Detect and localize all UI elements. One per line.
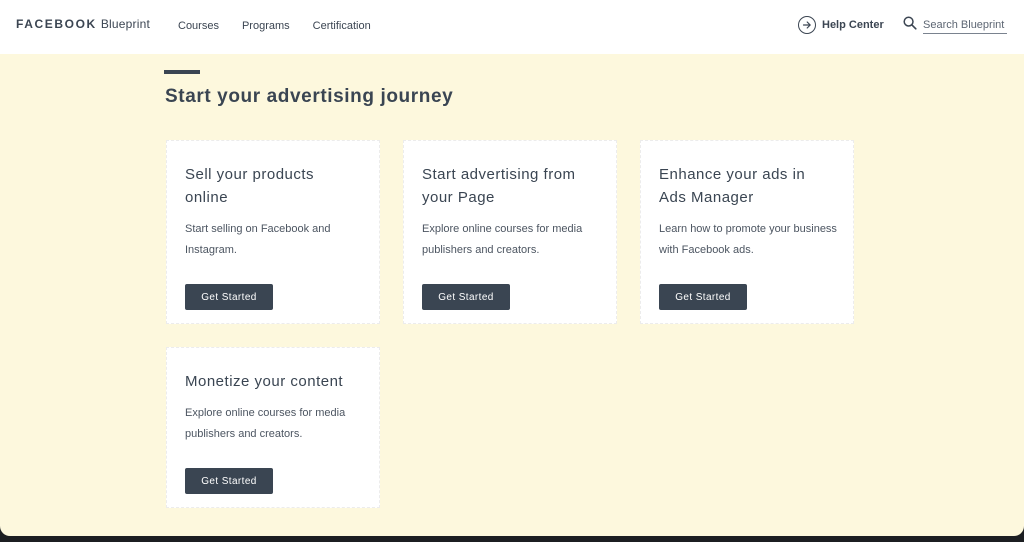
main-nav: Courses Programs Certification [178, 18, 371, 34]
nav-item-certification[interactable]: Certification [313, 18, 371, 34]
page-heading: Start your advertising journey [165, 86, 454, 107]
course-card-ads-manager: Enhance your ads in Ads Manager Learn ho… [640, 140, 854, 324]
brand-facebook-text: FACEBOOK [16, 17, 97, 31]
brand-blueprint-text: Blueprint [100, 17, 150, 31]
get-started-button[interactable]: Get Started [659, 284, 747, 310]
brand-logo[interactable]: FACEBOOK Blueprint [16, 16, 150, 32]
page-frame: FACEBOOK Blueprint Courses Programs Certi… [0, 0, 1024, 536]
card-title: Monetize your content [185, 373, 344, 390]
card-description: Explore online courses for media publish… [422, 223, 583, 256]
get-started-button[interactable]: Get Started [185, 468, 273, 494]
card-description: Learn how to promote your business with … [659, 223, 837, 256]
get-started-button[interactable]: Get Started [422, 284, 510, 310]
nav-item-courses[interactable]: Courses [178, 18, 219, 34]
heading-accent-bar [164, 70, 200, 74]
search-icon[interactable] [903, 16, 917, 35]
help-center-link[interactable]: Help Center [798, 16, 884, 34]
get-started-button[interactable]: Get Started [185, 284, 273, 310]
card-title: Enhance your ads in Ads Manager [659, 166, 806, 206]
course-card-advertise-from-page: Start advertising from your Page Explore… [403, 140, 617, 324]
help-center-label: Help Center [822, 19, 884, 31]
search-box [903, 16, 1007, 35]
nav-item-programs[interactable]: Programs [242, 18, 290, 34]
card-description: Start selling on Facebook and Instagram. [185, 223, 331, 256]
card-description: Explore online courses for media publish… [185, 407, 346, 440]
card-title: Sell your products online [185, 166, 315, 206]
top-navigation-bar: FACEBOOK Blueprint Courses Programs Certi… [0, 0, 1024, 54]
search-input[interactable] [923, 17, 1007, 34]
card-title: Start advertising from your Page [422, 166, 576, 206]
arrow-right-circle-icon [798, 16, 816, 34]
course-card-monetize-content: Monetize your content Explore online cou… [166, 347, 380, 508]
course-card-sell-products: Sell your products online Start selling … [166, 140, 380, 324]
